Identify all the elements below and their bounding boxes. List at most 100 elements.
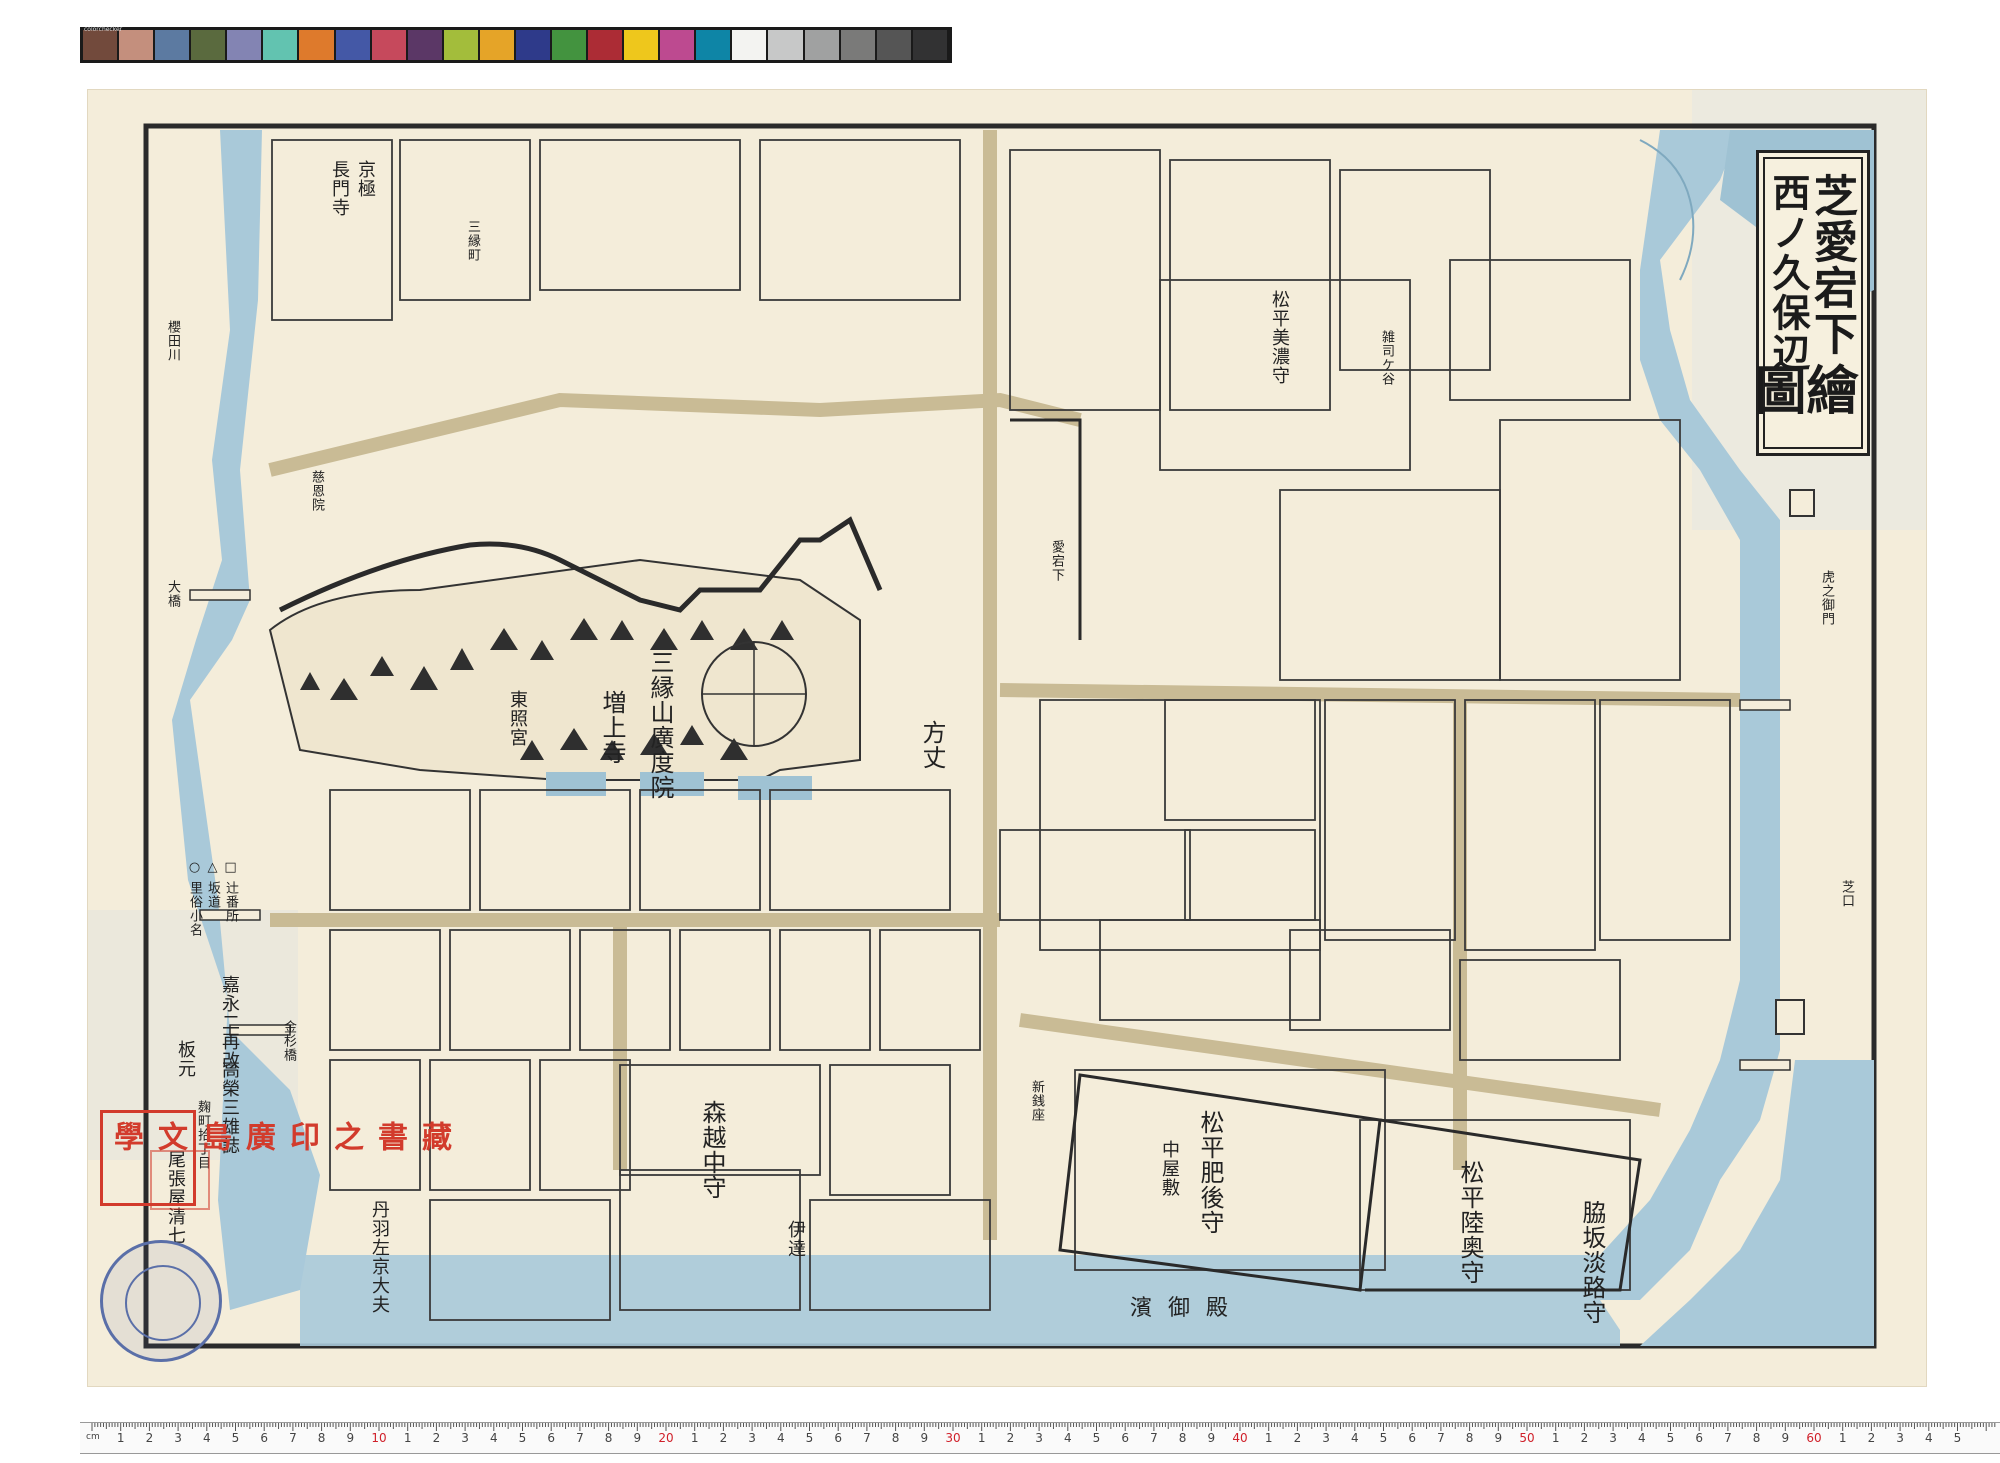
river-east [1600, 130, 1780, 1300]
ruler-label: 6 [834, 1431, 843, 1445]
place-label: 伊達 [785, 1220, 806, 1258]
ruler-label: 3 [1896, 1431, 1904, 1445]
place-label: 雑司ケ谷 [1379, 330, 1394, 386]
ruler-label: 2 [145, 1431, 154, 1445]
ruler-label: 3 [1609, 1431, 1617, 1445]
ruler-unit: cm [86, 1432, 100, 1442]
ruler-label: 3 [748, 1431, 756, 1445]
ruler-label: 1 [690, 1431, 699, 1445]
ruler-label: 7 [863, 1431, 871, 1445]
ruler-label: 5 [1092, 1431, 1101, 1445]
place-label: 京極 [355, 160, 376, 198]
place-label: 中屋敷 [1159, 1140, 1180, 1197]
ruler-label: 2 [1006, 1431, 1015, 1445]
place-label: 金杉橋 [281, 1020, 296, 1062]
colophon-label: 板元 [175, 1040, 196, 1078]
ruler-label: 8 [1465, 1431, 1474, 1445]
ruler-label: 4 [1924, 1431, 1933, 1445]
ruler-label: 1 [403, 1431, 412, 1445]
ruler-label: 1 [1838, 1431, 1847, 1445]
ruler-label: 4 [489, 1431, 498, 1445]
place-label: 長門寺 [329, 160, 350, 217]
ruler-label: 3 [461, 1431, 469, 1445]
ruler-label: 9 [1207, 1431, 1216, 1445]
ruler-major-label: 20 [658, 1431, 674, 1445]
ruler-label: 6 [1408, 1431, 1417, 1445]
place-label: 芝口 [1839, 880, 1854, 908]
blue-round-seal [100, 1240, 222, 1362]
ruler-label: 2 [1293, 1431, 1302, 1445]
ruler-label: 8 [1178, 1431, 1187, 1445]
ruler-label: 7 [1437, 1431, 1445, 1445]
ruler-label: 2 [432, 1431, 441, 1445]
place-label: 濱御殿 [1130, 1296, 1245, 1321]
ruler-major-label: 10 [371, 1431, 387, 1445]
canal-south [300, 1255, 1620, 1346]
seal-text: 藏書之印 [284, 1120, 451, 1151]
place-label: 方丈 [918, 720, 946, 770]
map-title-line: 芝愛宕下 [1806, 173, 1857, 357]
ruler-label: 9 [1494, 1431, 1503, 1445]
ruler-label: 8 [604, 1431, 613, 1445]
ruler-label: 9 [633, 1431, 642, 1445]
ruler-label: 8 [891, 1431, 900, 1445]
gate-symbol [1775, 999, 1805, 1035]
ruler-label: 6 [260, 1431, 269, 1445]
seal-text: 廣島文學 [108, 1120, 275, 1151]
place-label: 新銭座 [1029, 1080, 1044, 1122]
pond [546, 772, 606, 796]
place-label: 増上寺 [598, 690, 626, 765]
ruler-major-label: 60 [1806, 1431, 1822, 1445]
place-label: 丹羽左京大夫 [369, 1200, 390, 1314]
ruler-label: 5 [805, 1431, 814, 1445]
ruler-label: 4 [1350, 1431, 1359, 1445]
ruler-label: 7 [1724, 1431, 1732, 1445]
ruler-label: 1 [1551, 1431, 1560, 1445]
place-label: 大橋 [165, 580, 180, 608]
ruler-label: 4 [1063, 1431, 1072, 1445]
place-label: 松平美濃守 [1269, 290, 1290, 385]
map-drawing [143, 123, 1877, 1349]
ruler-major-label: 30 [945, 1431, 961, 1445]
ruler-label: 3 [174, 1431, 182, 1445]
place-label: 三縁町 [465, 220, 480, 262]
ruler-label: 9 [920, 1431, 929, 1445]
place-label: 三縁山廣度院 [646, 650, 674, 800]
ruler-label: 4 [776, 1431, 785, 1445]
ruler-label: 9 [1781, 1431, 1790, 1445]
ruler-label: 4 [202, 1431, 211, 1445]
place-label: 虎之御門 [1819, 570, 1834, 626]
map-title-line: 繪圖 [1745, 363, 1858, 417]
ruler-major-label: 40 [1232, 1431, 1248, 1445]
library-seal: 廣島文學 藏書之印 [100, 1110, 451, 1206]
ruler-label: 2 [1867, 1431, 1876, 1445]
ruler-label: 8 [1752, 1431, 1761, 1445]
ruler-label: 5 [1953, 1431, 1962, 1445]
ruler-label: 6 [1121, 1431, 1130, 1445]
place-label: 森越中守 [698, 1100, 726, 1200]
legend-item: □ 辻番所 [223, 860, 238, 924]
ruler-label: 3 [1322, 1431, 1330, 1445]
ruler-label: 5 [1379, 1431, 1388, 1445]
ruler-label: 6 [1695, 1431, 1704, 1445]
ruler-label: 1 [116, 1431, 125, 1445]
ruler-label: 9 [346, 1431, 355, 1445]
place-label: 愛宕下 [1049, 540, 1064, 582]
ruler-label: 7 [289, 1431, 297, 1445]
ruler-label: 6 [547, 1431, 556, 1445]
place-label: 櫻田川 [165, 320, 180, 362]
place-label: 脇坂淡路守 [1578, 1200, 1606, 1325]
place-label: 東照宮 [507, 690, 528, 747]
ruler-label: 1 [1264, 1431, 1273, 1445]
place-label: 松平肥後守 [1196, 1110, 1224, 1235]
ruler-label: 2 [719, 1431, 728, 1445]
ruler-label: 5 [1666, 1431, 1675, 1445]
ruler-label: 4 [1637, 1431, 1646, 1445]
ruler-label: 5 [231, 1431, 240, 1445]
ruler-label: 2 [1580, 1431, 1589, 1445]
map-title-line: 西ノ久保辺 [1766, 173, 1811, 373]
legend-item: ○ 里俗小名 [187, 860, 202, 938]
pond [738, 776, 812, 800]
legend-item: △ 坂道 [205, 860, 220, 910]
ruler-label: 3 [1035, 1431, 1043, 1445]
